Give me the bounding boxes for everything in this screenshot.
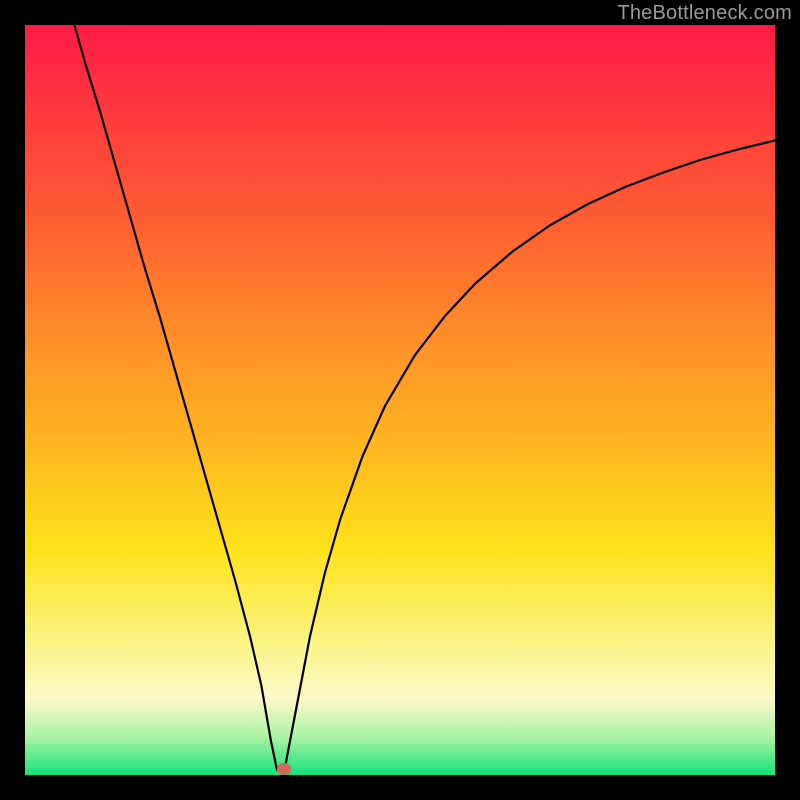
bottleneck-curve: [25, 25, 775, 775]
minimum-marker: [277, 763, 291, 775]
curve-path: [75, 25, 776, 770]
watermark-text: TheBottleneck.com: [617, 2, 792, 25]
plot-area: [25, 25, 775, 775]
chart-frame: TheBottleneck.com: [0, 0, 800, 800]
